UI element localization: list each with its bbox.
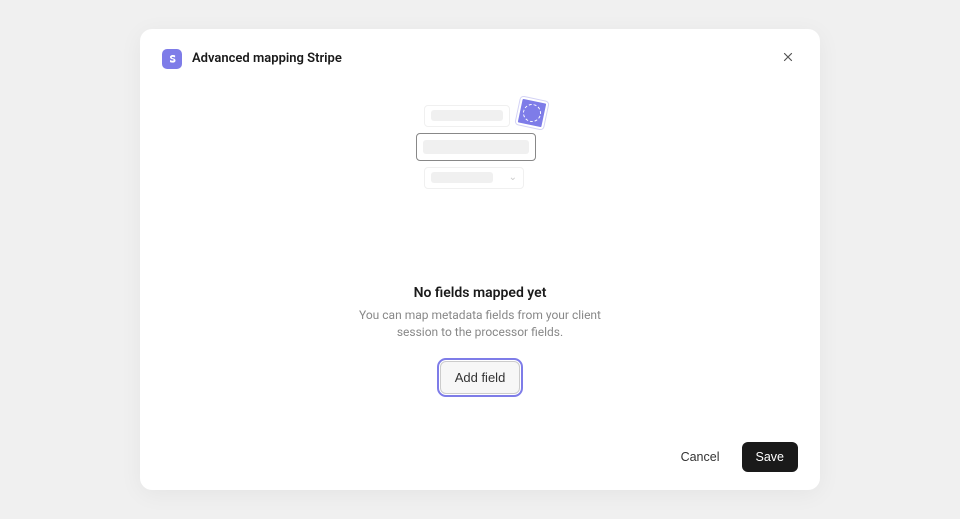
add-field-button[interactable]: Add field xyxy=(440,361,521,394)
close-icon xyxy=(782,51,794,66)
advanced-mapping-modal: Advanced mapping Stripe ⌄ No fields mapp… xyxy=(140,29,820,491)
modal-footer: Cancel Save xyxy=(162,442,798,472)
empty-state-illustration: ⌄ xyxy=(410,105,550,205)
save-button[interactable]: Save xyxy=(742,442,799,472)
empty-state-description: You can map metadata fields from your cl… xyxy=(340,307,620,342)
modal-header-left: Advanced mapping Stripe xyxy=(162,49,342,69)
modal-header: Advanced mapping Stripe xyxy=(162,49,798,69)
cancel-button[interactable]: Cancel xyxy=(669,442,732,472)
close-button[interactable] xyxy=(778,49,798,69)
empty-state-title: No fields mapped yet xyxy=(414,285,547,301)
modal-title: Advanced mapping Stripe xyxy=(192,51,342,66)
stripe-icon xyxy=(162,49,182,69)
modal-body: ⌄ No fields mapped yet You can map metad… xyxy=(162,69,798,443)
